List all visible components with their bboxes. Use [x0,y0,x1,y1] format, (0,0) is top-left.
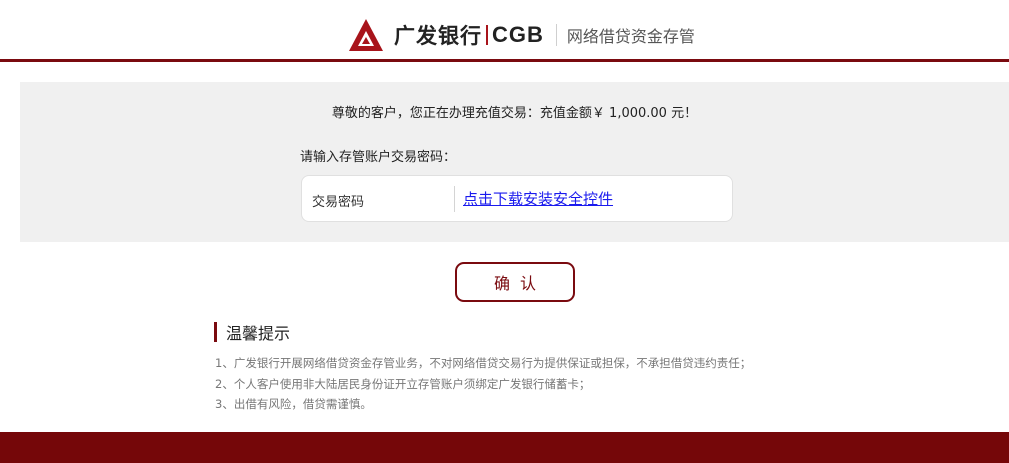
password-field-row: 交易密码 点击下载安装安全控件 [301,175,733,222]
header-divider [555,24,557,46]
brand-separator [486,25,488,45]
tips-title: 温馨提示 [226,324,291,343]
password-label: 交易密码 [312,195,365,210]
bank-name-cn: 广发银行 [394,24,482,48]
tips-accent-bar [214,322,217,342]
tip-item: 1、广发银行开展网络借贷资金存管业务，不对网络借贷交易行为提供保证或担保，不承担… [215,356,752,370]
page-header: 广发银行 CGB 网络借贷资金存管 [0,0,1009,62]
download-security-control-link[interactable]: 点击下载安装安全控件 [463,188,613,209]
page-footer [0,432,1009,463]
recharge-notice: 尊敬的客户，您正在办理充值交易：充值金额￥ 1,000.00 元！ [331,106,698,121]
tip-item: 2、个人客户使用非大陆居民身份证开立存管账户须绑定广发银行储蓄卡； [215,376,591,391]
field-separator [454,186,455,212]
confirm-button[interactable]: 确认 [455,262,575,302]
cgb-logo-icon [349,19,383,51]
page-title: 网络借贷资金存管 [566,27,695,46]
password-prompt: 请输入存管账户交易密码： [300,150,457,165]
bank-name-en: CGB [492,22,544,47]
recharge-panel: 尊敬的客户，您正在办理充值交易：充值金额￥ 1,000.00 元！ 请输入存管账… [20,82,1009,242]
tips-heading: 温馨提示 [214,322,291,343]
tips-list: 1、广发银行开展网络借贷资金存管业务，不对网络借贷交易行为提供保证或担保，不承担… [215,353,751,415]
tip-item: 3、出借有风险，借贷需谨慎。 [215,397,372,411]
bank-logo: 广发银行 CGB 网络借贷资金存管 [348,18,695,52]
